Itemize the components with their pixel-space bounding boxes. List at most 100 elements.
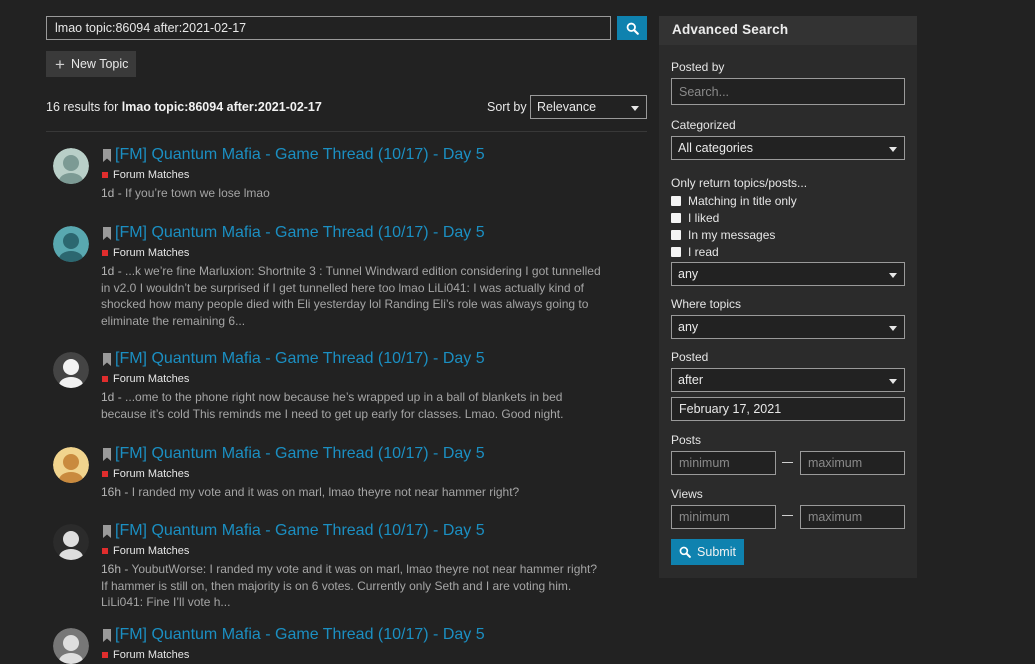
result-title-row: [FM] Quantum Mafia - Game Thread (10/17)… <box>102 445 485 463</box>
checkbox[interactable] <box>671 230 681 240</box>
result-title-row: [FM] Quantum Mafia - Game Thread (10/17)… <box>102 224 485 242</box>
posted-select-value: after <box>678 373 704 387</box>
where-topics-select-value: any <box>678 320 699 334</box>
bookmark-icon[interactable] <box>102 447 112 461</box>
plus-icon: + <box>55 54 65 74</box>
checkbox-label: I read <box>688 245 719 259</box>
checkbox[interactable] <box>671 196 681 206</box>
result-excerpt: If you’re town we lose lmao <box>125 186 270 200</box>
category-link[interactable]: Forum Matches <box>102 468 189 480</box>
avatar[interactable] <box>53 524 89 560</box>
bookmark-icon[interactable] <box>102 148 112 162</box>
range-dash <box>782 462 793 463</box>
posts-label: Posts <box>671 433 702 447</box>
result-date: 16h <box>101 562 122 576</box>
avatar[interactable] <box>53 628 89 664</box>
avatar[interactable] <box>53 352 89 388</box>
category-badge <box>102 172 108 178</box>
result-title-row: [FM] Quantum Mafia - Game Thread (10/17)… <box>102 350 485 368</box>
search-button[interactable] <box>617 16 647 40</box>
results-count: 16 results for lmao topic:86094 after:20… <box>46 100 322 114</box>
sort-select-value: Relevance <box>537 100 597 114</box>
result-blurb: 1d - If you’re town we lose lmao <box>101 185 606 202</box>
posted-by-input[interactable]: Search... <box>671 78 905 105</box>
result-blurb: 16h - YoubutWorse: I randed my vote and … <box>101 561 606 611</box>
topic-title-link[interactable]: [FM] Quantum Mafia - Game Thread (10/17)… <box>115 626 485 644</box>
avatar[interactable] <box>53 447 89 483</box>
category-badge <box>102 471 108 477</box>
avatar[interactable] <box>53 226 89 262</box>
date-separator: - <box>121 485 132 499</box>
date-separator: - <box>121 562 132 576</box>
topic-title-link[interactable]: [FM] Quantum Mafia - Game Thread (10/17)… <box>115 445 485 463</box>
checkbox[interactable] <box>671 247 681 257</box>
chevron-down-icon <box>889 147 897 152</box>
posted-by-label: Posted by <box>671 60 725 74</box>
bookmark-icon[interactable] <box>102 524 112 538</box>
sort-select[interactable]: Relevance <box>530 95 647 119</box>
where-topics-label: Where topics <box>671 297 742 311</box>
result-excerpt: I randed my vote and it was on marl, lma… <box>131 485 520 499</box>
result-title-row: [FM] Quantum Mafia - Game Thread (10/17)… <box>102 146 485 164</box>
result-excerpt: ...k we’re fine Marluxion: Shortnite 3 :… <box>101 264 601 329</box>
result-title-row: [FM] Quantum Mafia - Game Thread (10/17)… <box>102 522 485 540</box>
submit-button[interactable]: Submit <box>671 539 744 565</box>
checkbox[interactable] <box>671 213 681 223</box>
only-return-select[interactable]: any <box>671 262 905 286</box>
range-dash <box>782 515 793 516</box>
checkbox-i-liked[interactable]: I liked <box>671 211 719 225</box>
category-select[interactable]: All categories <box>671 136 905 160</box>
result-date: 1d <box>101 186 115 200</box>
chevron-down-icon <box>889 379 897 384</box>
category-badge <box>102 548 108 554</box>
advanced-search-heading: Advanced Search <box>659 16 917 45</box>
bookmark-icon[interactable] <box>102 226 112 240</box>
result-date: 1d <box>101 390 115 404</box>
checkbox-label: In my messages <box>688 228 776 242</box>
posts-min-input[interactable]: minimum <box>671 451 776 475</box>
checkbox-title-only[interactable]: Matching in title only <box>671 194 797 208</box>
new-topic-button[interactable]: + New Topic <box>46 51 136 77</box>
category-name: Forum Matches <box>113 247 190 259</box>
topic-title-link[interactable]: [FM] Quantum Mafia - Game Thread (10/17)… <box>115 224 485 242</box>
views-label: Views <box>671 487 703 501</box>
topic-title-link[interactable]: [FM] Quantum Mafia - Game Thread (10/17)… <box>115 146 485 164</box>
checkbox-i-read[interactable]: I read <box>671 245 719 259</box>
posted-select[interactable]: after <box>671 368 905 392</box>
avatar[interactable] <box>53 148 89 184</box>
category-link[interactable]: Forum Matches <box>102 247 189 259</box>
category-link[interactable]: Forum Matches <box>102 373 189 385</box>
views-max-input[interactable]: maximum <box>800 505 905 529</box>
checkbox-label: Matching in title only <box>688 194 797 208</box>
where-topics-select[interactable]: any <box>671 315 905 339</box>
views-min-input[interactable]: minimum <box>671 505 776 529</box>
date-separator: - <box>114 390 126 404</box>
posted-label: Posted <box>671 350 709 364</box>
sort-label: Sort by <box>487 100 527 114</box>
posts-max-input[interactable]: maximum <box>800 451 905 475</box>
only-return-label: Only return topics/posts... <box>671 176 808 190</box>
categorized-label: Categorized <box>671 118 736 132</box>
category-badge <box>102 652 108 658</box>
category-badge <box>102 376 108 382</box>
category-link[interactable]: Forum Matches <box>102 649 189 661</box>
category-link[interactable]: Forum Matches <box>102 545 189 557</box>
topic-title-link[interactable]: [FM] Quantum Mafia - Game Thread (10/17)… <box>115 522 485 540</box>
category-select-value: All categories <box>678 141 754 155</box>
submit-label: Submit <box>697 545 736 559</box>
topic-title-link[interactable]: [FM] Quantum Mafia - Game Thread (10/17)… <box>115 350 485 368</box>
checkbox-in-my-messages[interactable]: In my messages <box>671 228 775 242</box>
date-separator: - <box>114 264 126 278</box>
divider <box>46 131 647 132</box>
category-name: Forum Matches <box>113 649 190 661</box>
bookmark-icon[interactable] <box>102 352 112 366</box>
new-topic-label: New Topic <box>70 57 129 71</box>
result-date: 1d <box>101 264 115 278</box>
search-input[interactable]: lmao topic:86094 after:2021-02-17 <box>46 16 611 40</box>
result-excerpt: YoubutWorse: I randed my vote and it was… <box>101 562 598 610</box>
result-blurb: 1d - ...k we’re fine Marluxion: Shortnit… <box>101 263 606 330</box>
search-icon <box>679 546 691 558</box>
date-separator: - <box>114 186 126 200</box>
posted-date-input[interactable]: February 17, 2021 <box>671 397 905 421</box>
category-link[interactable]: Forum Matches <box>102 169 189 181</box>
